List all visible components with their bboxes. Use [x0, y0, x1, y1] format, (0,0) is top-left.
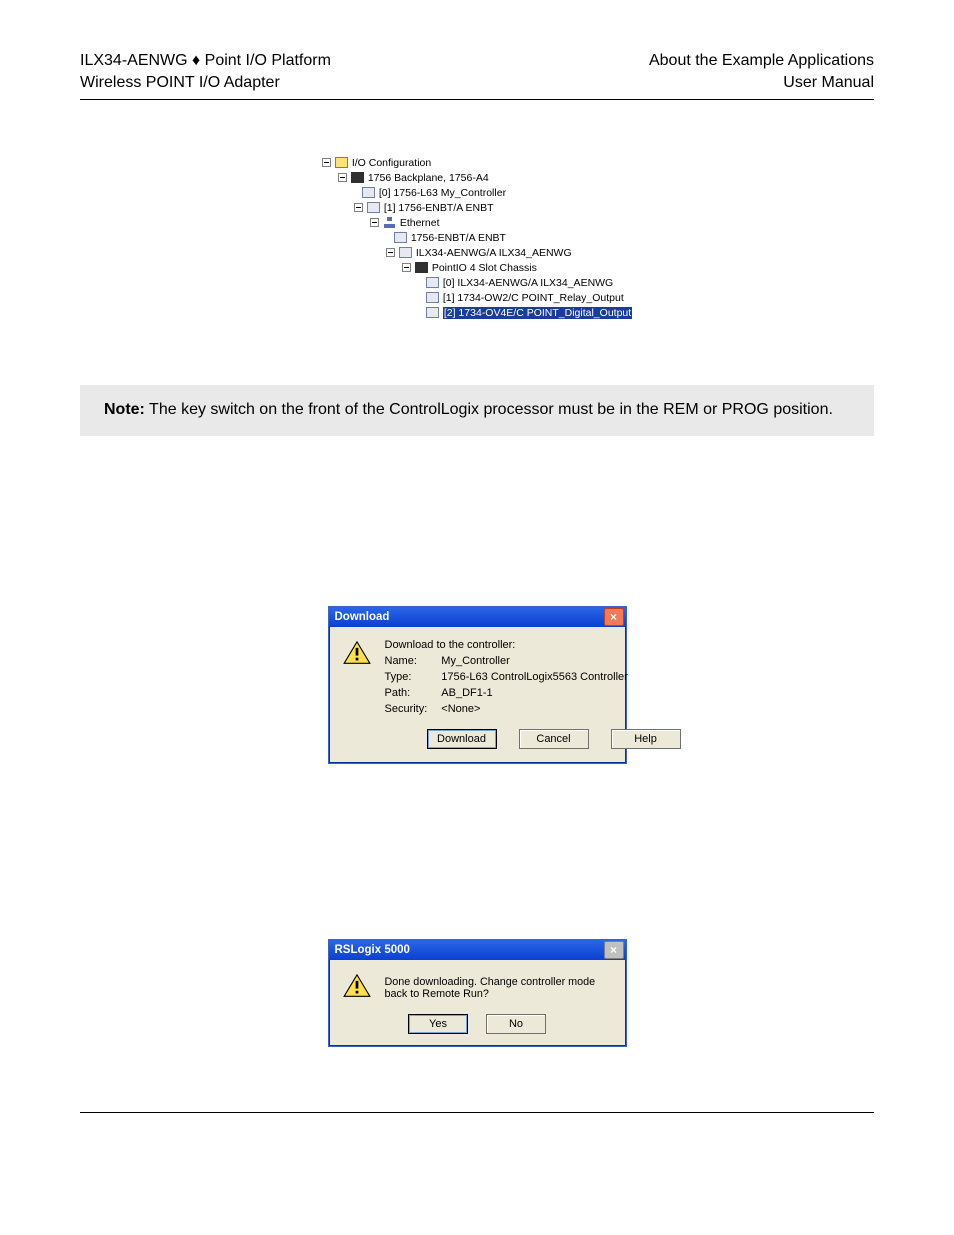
value-security: <None>	[441, 703, 680, 715]
network-icon	[383, 217, 396, 228]
module-icon	[426, 292, 439, 303]
note-body: The key switch on the front of the Contr…	[145, 401, 833, 418]
tree-slot0[interactable]: [0] 1756-L63 My_Controller	[379, 187, 506, 199]
help-button[interactable]: Help	[611, 729, 681, 749]
rslogix-dialog-titlebar[interactable]: RSLogix 5000 ×	[329, 940, 626, 960]
tree-backplane[interactable]: 1756 Backplane, 1756-A4	[368, 172, 489, 184]
label-name: Name:	[385, 655, 428, 667]
module-icon	[394, 232, 407, 243]
download-dialog: Download × Download to the controller: N…	[328, 606, 627, 764]
expander-icon[interactable]	[338, 173, 347, 182]
value-name: My_Controller	[441, 655, 680, 667]
rslogix-message: Done downloading. Change controller mode…	[385, 976, 614, 1000]
tree-root[interactable]: I/O Configuration	[352, 157, 431, 169]
expander-icon[interactable]	[402, 263, 411, 272]
chassis-icon	[415, 262, 428, 273]
note-label: Note:	[104, 401, 145, 418]
expander-icon[interactable]	[386, 248, 395, 257]
cancel-button[interactable]: Cancel	[519, 729, 589, 749]
io-config-tree-figure: I/O Configuration 1756 Backplane, 1756-A…	[80, 155, 874, 320]
close-icon[interactable]: ×	[604, 608, 624, 626]
rslogix-dialog-title: RSLogix 5000	[335, 944, 410, 956]
product-id-line: ILX34-AENWG ♦ Point I/O Platform	[80, 50, 331, 72]
module-icon	[426, 307, 439, 318]
module-icon	[362, 187, 375, 198]
chassis-icon	[351, 172, 364, 183]
expander-icon[interactable]	[322, 158, 331, 167]
download-dialog-titlebar[interactable]: Download ×	[329, 607, 626, 627]
label-path: Path:	[385, 687, 428, 699]
header-rule	[80, 99, 874, 100]
module-icon	[367, 202, 380, 213]
value-path: AB_DF1-1	[441, 687, 680, 699]
header-left: ILX34-AENWG ♦ Point I/O Platform Wireles…	[80, 50, 331, 93]
module-icon	[399, 247, 412, 258]
tree-pio0[interactable]: [0] ILX34-AENWG/A ILX34_AENWG	[443, 277, 613, 289]
close-icon[interactable]: ×	[604, 941, 624, 959]
page-header: ILX34-AENWG ♦ Point I/O Platform Wireles…	[80, 50, 874, 93]
download-heading: Download to the controller:	[385, 639, 681, 651]
tree-pio1[interactable]: [1] 1734-OW2/C POINT_Relay_Output	[443, 292, 624, 304]
product-subtitle: Wireless POINT I/O Adapter	[80, 72, 331, 94]
tree-ilx[interactable]: ILX34-AENWG/A ILX34_AENWG	[416, 247, 572, 259]
section-title: About the Example Applications	[649, 50, 874, 72]
label-security: Security:	[385, 703, 428, 715]
download-dialog-title: Download	[335, 611, 390, 623]
download-button[interactable]: Download	[427, 729, 497, 749]
document-page: ILX34-AENWG ♦ Point I/O Platform Wireles…	[0, 0, 954, 1235]
download-info-grid: Name: My_Controller Type: 1756-L63 Contr…	[385, 655, 681, 715]
expander-icon[interactable]	[354, 203, 363, 212]
tree-slot1[interactable]: [1] 1756-ENBT/A ENBT	[384, 202, 494, 214]
rslogix-dialog: RSLogix 5000 × Done downloading. Change …	[328, 939, 627, 1047]
tree-pio2-selected[interactable]: [2] 1734-OV4E/C POINT_Digital_Output	[443, 307, 632, 319]
tree-pio-chassis[interactable]: PointIO 4 Slot Chassis	[432, 262, 537, 274]
warning-icon	[343, 974, 371, 998]
download-dialog-figure: Download × Download to the controller: N…	[80, 606, 874, 764]
header-right: About the Example Applications User Manu…	[649, 50, 874, 93]
tree-ethernet[interactable]: Ethernet	[400, 217, 440, 229]
folder-icon	[335, 157, 348, 168]
warning-icon	[343, 641, 371, 665]
footer-rule	[80, 1112, 874, 1113]
rslogix-dialog-figure: RSLogix 5000 × Done downloading. Change …	[80, 764, 874, 1047]
module-icon	[426, 277, 439, 288]
yes-button[interactable]: Yes	[408, 1014, 468, 1034]
expander-icon[interactable]	[370, 218, 379, 227]
note-box: Note: The key switch on the front of the…	[80, 385, 874, 435]
no-button[interactable]: No	[486, 1014, 546, 1034]
label-type: Type:	[385, 671, 428, 683]
value-type: 1756-L63 ControlLogix5563 Controller	[441, 671, 680, 683]
doc-type: User Manual	[649, 72, 874, 94]
io-config-tree: I/O Configuration 1756 Backplane, 1756-A…	[322, 155, 632, 320]
tree-enbt[interactable]: 1756-ENBT/A ENBT	[411, 232, 506, 244]
